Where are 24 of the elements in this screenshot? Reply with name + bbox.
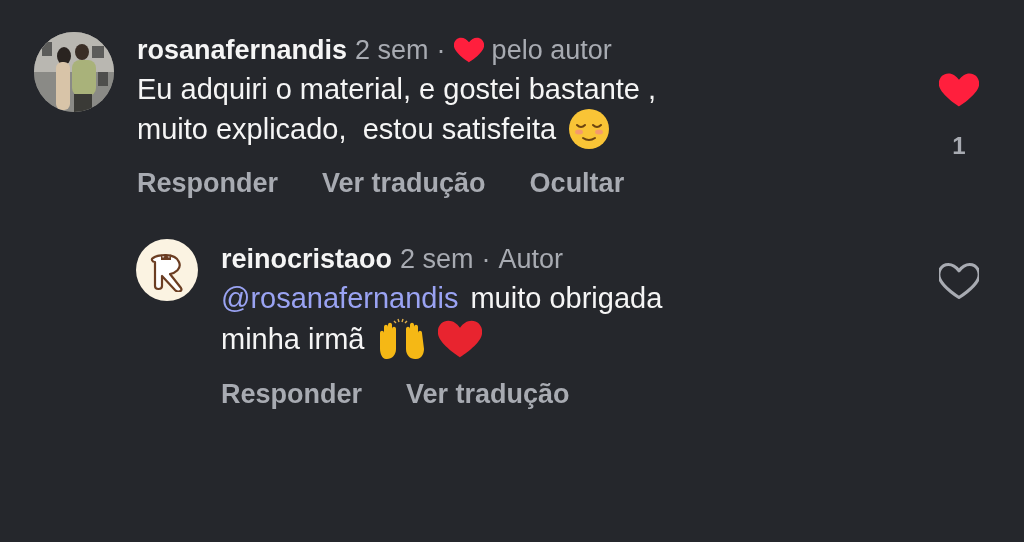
comment-action-link[interactable]: Responder [137,168,279,199]
username[interactable]: reinocristaoo [221,243,393,275]
comment-action-link[interactable]: Responder [221,379,363,410]
author-label: Autor [498,243,564,275]
heart-icon [453,35,484,65]
comment-action-link[interactable]: Ver tradução [322,168,486,199]
comment-text: muito obrigada [470,281,663,316]
relieved-face-icon [568,108,611,150]
separator-dot: · [436,34,446,66]
comment-action-link[interactable]: Ver tradução [406,379,570,410]
comment-text: minha irmã [221,322,365,357]
heart-icon [438,319,483,359]
liked-by-author-label: pelo autor [491,34,612,66]
like-button[interactable] [939,261,979,301]
mention-link[interactable]: @rosanafernandis [221,279,459,317]
separator-dot: · [481,243,491,275]
timestamp: 2 sem [400,243,474,275]
timestamp: 2 sem [355,34,429,66]
username[interactable]: rosanafernandis [137,34,348,66]
comment-action-link[interactable]: Ocultar [529,168,625,199]
like-count: 1 [952,132,966,160]
comment-text: Eu adquiri o material, e gostei bastante , [137,72,657,107]
comment-text: muito explicado, estou satisfeita [137,112,557,147]
heart-icon [939,261,979,301]
